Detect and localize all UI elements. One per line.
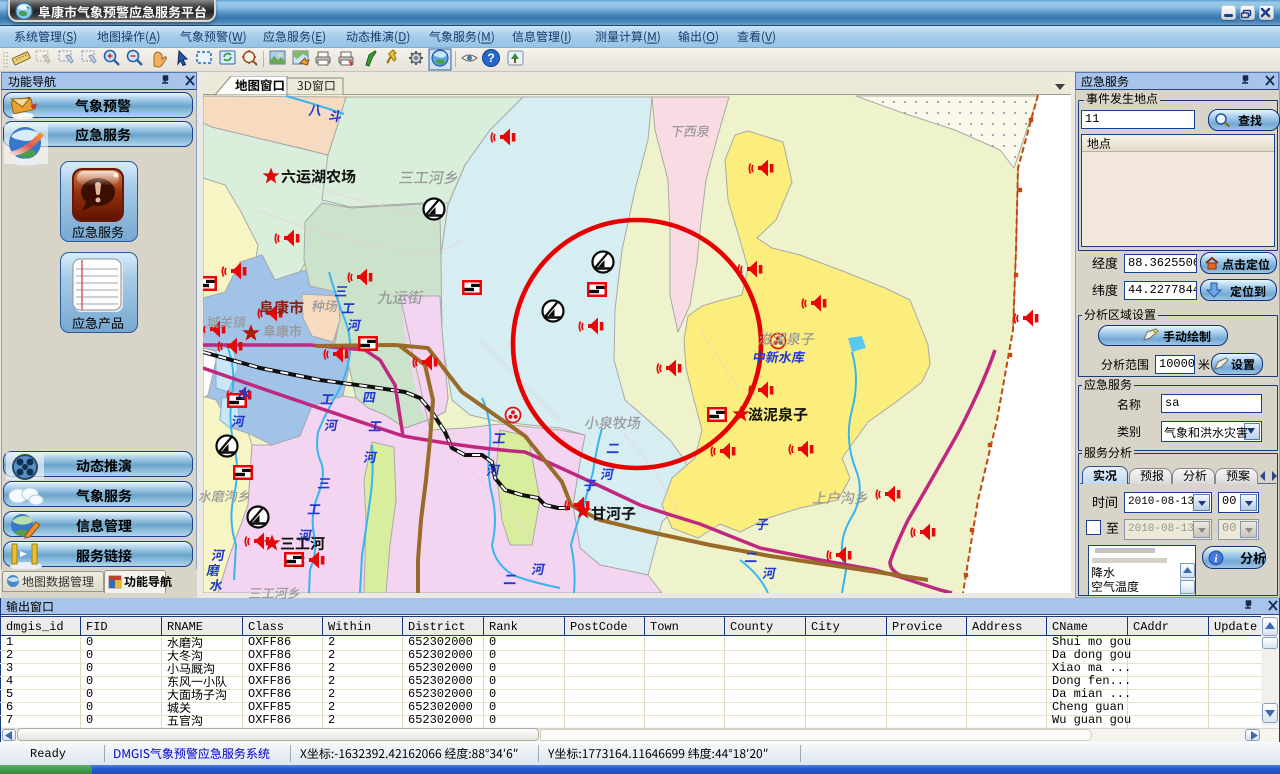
svg-text:?: ? — [487, 51, 494, 65]
